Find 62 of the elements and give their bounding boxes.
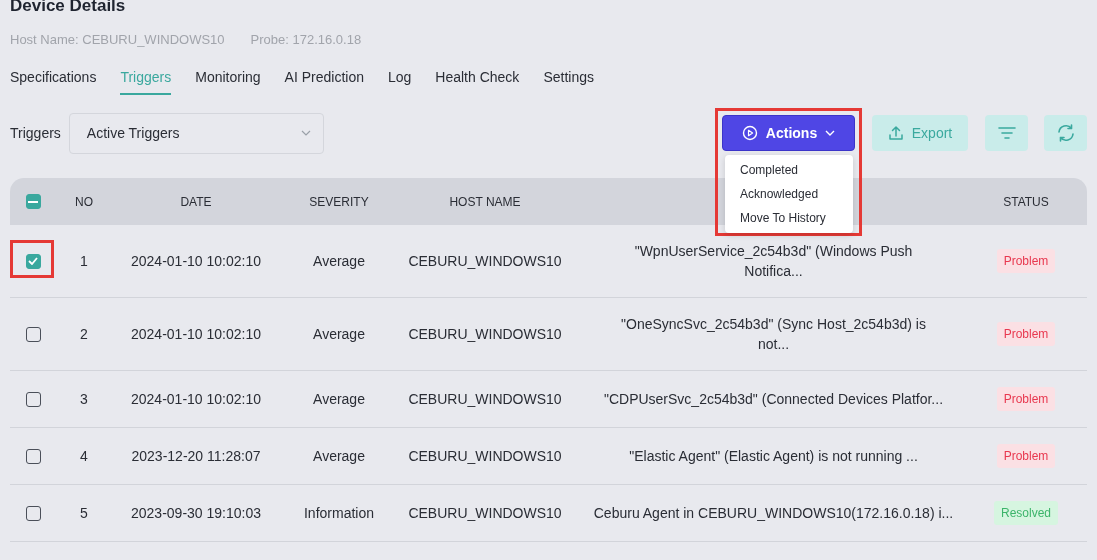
date-cell: 2023-09-30 19:10:03 [131,505,261,521]
tab[interactable]: Specifications [10,69,97,95]
date-header: DATE [180,194,212,209]
row-number: 3 [80,391,88,407]
host-cell: CEBURU_WINDOWS10 [408,253,562,269]
date-cell: 2024-01-10 10:02:10 [131,391,261,407]
tab[interactable]: Settings [543,69,594,95]
status-badge: Problem [996,322,1056,346]
host-header: HOST NAME [449,194,521,209]
severity-cell: Average [313,391,365,407]
play-icon [741,125,758,141]
upload-icon [887,125,904,141]
date-cell: 2023-12-20 11:28:07 [131,448,261,464]
severity-cell: Information [303,505,374,521]
filter-label: Triggers [10,125,61,141]
host-cell: CEBURU_WINDOWS10 [408,448,562,464]
select-all-checkbox[interactable] [25,194,41,209]
menu-item[interactable]: Move To History [725,206,853,230]
no-header: NO [75,194,93,209]
severity-header: SEVERITY [309,194,369,209]
host-cell: CEBURU_WINDOWS10 [408,505,562,521]
description-cell-text: "WpnUserService_2c54b3d" (Windows Push Notifica... [634,242,913,281]
date-cell: 2024-01-10 10:02:10 [131,253,261,269]
row-number: 1 [80,253,88,269]
severity-cell: Average [313,448,365,464]
status-badge: Problem [996,387,1056,411]
menu-item[interactable]: Completed [725,158,853,182]
minus-icon [28,200,38,203]
description-cell-text: "Elastic Agent" (Elastic Agent) is not running ... [629,447,918,466]
status-badge: Problem [996,444,1056,468]
check-icon [28,257,38,265]
row-number: 5 [80,505,88,521]
description-cell-text: "CDPUserSvc_2c54b3d" (Connected Devices Platfor... [603,390,944,409]
description-cell-text: "OneSyncSvc_2c54b3d" (Sync Host_2c54b3d) is not... [621,315,926,354]
row-checkbox[interactable] [25,448,41,464]
row-number: 4 [80,448,88,464]
meta-label: Probe: 172.16.0.18 [250,32,362,47]
row-checkbox[interactable] [25,326,41,342]
status-badge: Problem [996,249,1056,273]
tab[interactable]: Monitoring [195,69,261,95]
status-badge: Resolved [994,501,1058,525]
description-cell-text: Ceburu Agent in CEBURU_WINDOWS10(172.16.0.18) i... [593,504,954,523]
chevron-icon [300,130,311,136]
meta-label: Host Name: CEBURU_WINDOWS10 [10,32,225,47]
tab[interactable]: Log [387,69,412,95]
row-checkbox[interactable] [25,391,41,407]
actions-button[interactable]: Actions [722,115,855,151]
host-cell: CEBURU_WINDOWS10 [408,326,562,342]
tab[interactable]: Health Check [435,69,520,95]
filter-icon [997,126,1016,140]
severity-cell: Average [313,253,365,269]
menu-item[interactable]: Acknowledged [725,182,853,206]
tab[interactable]: AI Prediction [284,69,364,95]
row-number: 2 [80,326,88,342]
trigger-select[interactable]: Active Triggers [68,112,324,154]
refresh-icon [1055,124,1076,142]
row-checkbox[interactable] [25,253,41,269]
row-checkbox[interactable] [25,505,41,521]
host-cell: CEBURU_WINDOWS10 [408,391,562,407]
status-header: STATUS [1003,194,1049,209]
date-cell: 2024-01-10 10:02:10 [131,326,261,342]
severity-cell: Average [313,326,365,342]
